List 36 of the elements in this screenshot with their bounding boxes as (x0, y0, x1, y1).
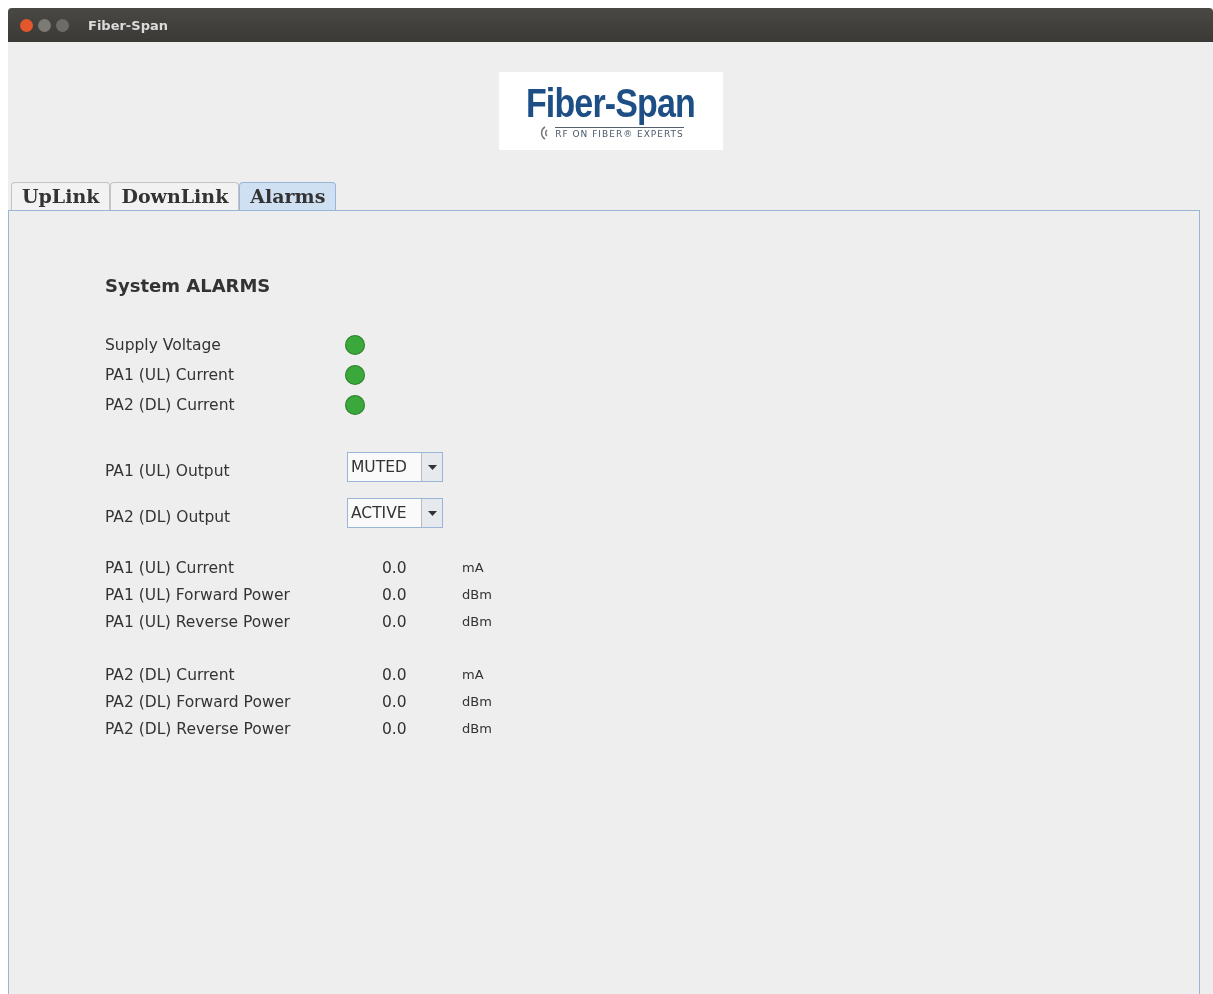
alarm-label: Supply Voltage (105, 336, 222, 354)
measurement-value: 0.0 (382, 585, 408, 604)
output-label: PA2 (DL) Output (105, 508, 232, 528)
measurement-value: 0.0 (382, 692, 408, 711)
unit-label: dBm (462, 721, 492, 736)
unit-label: mA (462, 667, 484, 682)
unit-label: dBm (462, 694, 492, 709)
caret-icon (427, 510, 437, 516)
measurement-label: PA1 (UL) Forward Power (105, 585, 291, 604)
measurement-label: PA1 (UL) Reverse Power (105, 612, 291, 631)
measurement-label: PA1 (UL) Current (105, 558, 235, 577)
measurement-value: 0.0 (382, 558, 408, 577)
window-title: Fiber-Span (88, 17, 168, 33)
minimize-icon[interactable] (38, 18, 51, 32)
output-label: PA1 (UL) Output (105, 462, 231, 482)
section-title: System ALARMS (105, 275, 272, 296)
measurement-value: 0.0 (382, 719, 408, 738)
tab[interactable]: UpLink (11, 182, 111, 210)
logo: Fiber-Span RF ON FIBER® EXPERTS (498, 72, 723, 150)
alarm-label: PA1 (UL) Current (105, 366, 235, 384)
measurement-value: 0.0 (382, 612, 408, 631)
alarm-label: PA2 (DL) Current (105, 396, 236, 414)
maximize-icon[interactable] (56, 18, 69, 32)
close-icon[interactable] (20, 18, 33, 32)
measurement-label: PA2 (DL) Current (105, 665, 236, 684)
unit-label: dBm (462, 587, 492, 602)
output-dropdown[interactable]: ACTIVE (347, 498, 443, 528)
tab[interactable]: Alarms (239, 182, 337, 210)
unit-label: dBm (462, 614, 492, 629)
caret-icon (427, 464, 437, 470)
output-dropdown[interactable]: MUTED (347, 452, 443, 482)
tab[interactable]: DownLink (110, 182, 240, 210)
measurement-label: PA2 (DL) Reverse Power (105, 719, 292, 738)
measurement-label: PA2 (DL) Forward Power (105, 692, 292, 711)
measurement-value: 0.0 (382, 665, 408, 684)
unit-label: mA (462, 560, 484, 575)
